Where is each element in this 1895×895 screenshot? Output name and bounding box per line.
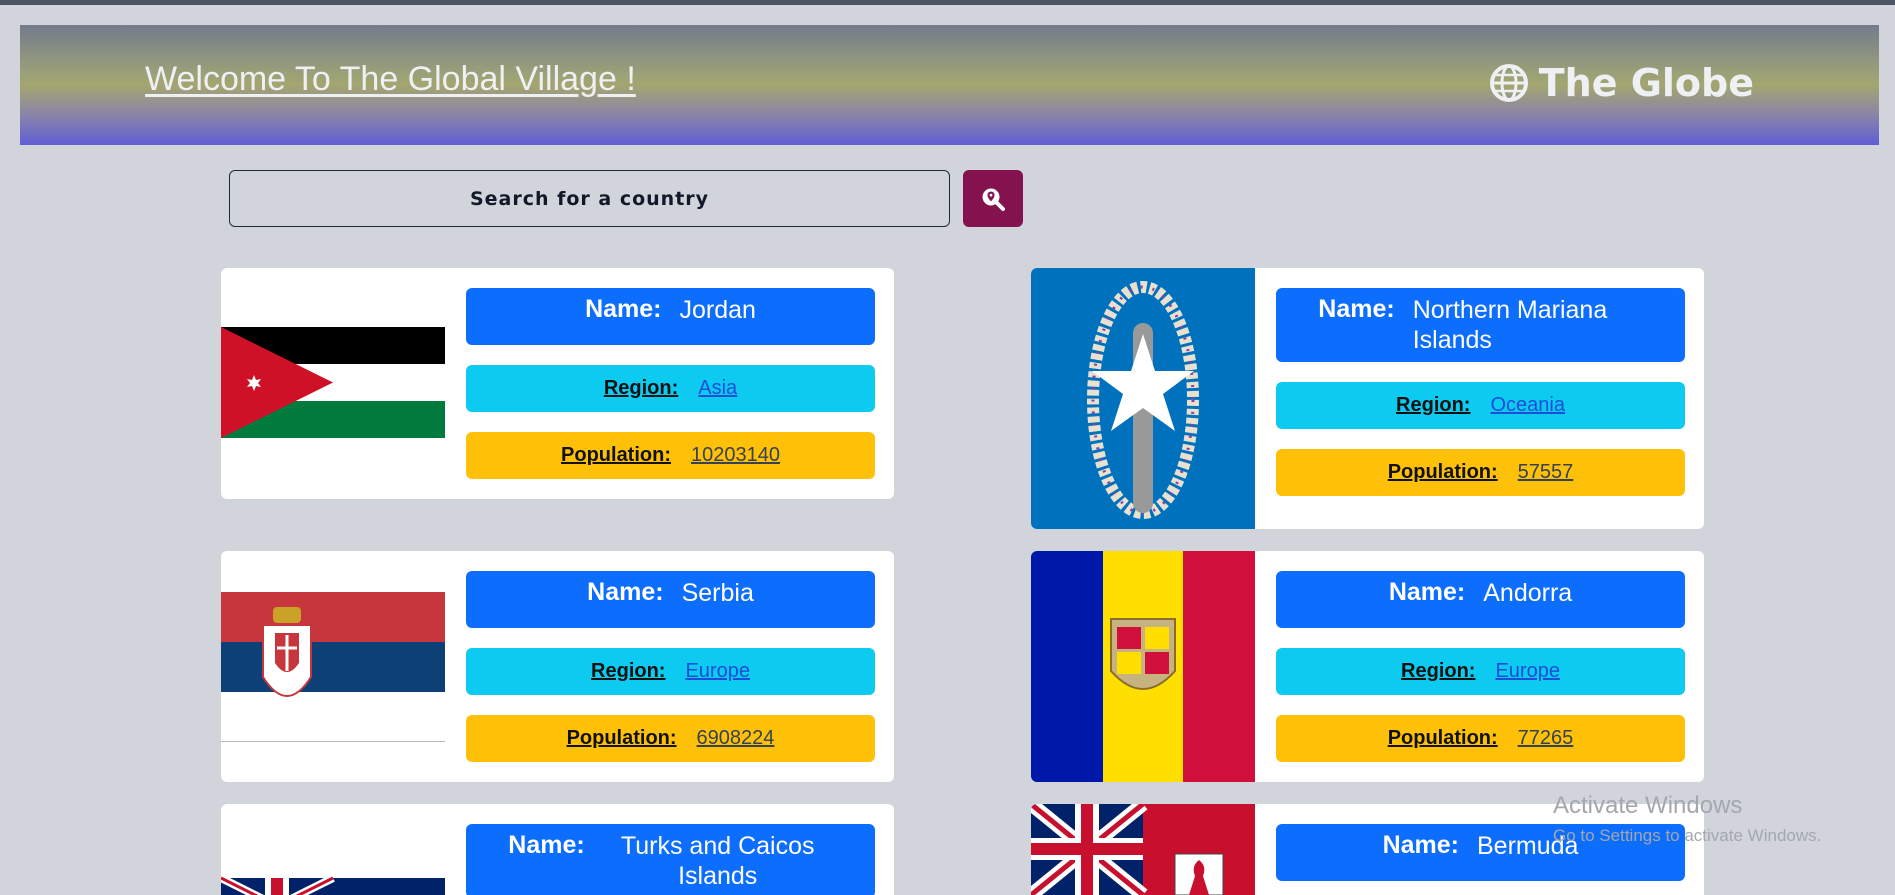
name-label: Name: (585, 295, 662, 323)
country-info: Name: Jordan Region: Asia Population: 10… (466, 288, 875, 479)
search-button[interactable] (963, 170, 1023, 227)
globe-icon (1489, 64, 1528, 102)
search-input[interactable] (229, 170, 950, 227)
country-info: Name: Northern Mariana Islands Region: O… (1276, 288, 1685, 496)
name-label: Name: (587, 578, 664, 606)
name-label: Name: (1382, 831, 1459, 859)
andorra-flag-icon (1031, 551, 1255, 782)
population-link[interactable]: 57557 (1518, 461, 1574, 484)
serbia-flag-icon (221, 551, 445, 782)
region-link[interactable]: Europe (685, 660, 750, 683)
region-link[interactable]: Europe (1495, 660, 1560, 683)
hero-banner: Welcome To The Global Village ! The Glob… (20, 25, 1879, 145)
northern-mariana-islands-flag-icon (1031, 268, 1255, 529)
turks-and-caicos-flag-icon (221, 804, 445, 895)
region-label: Region: (603, 377, 679, 399)
region-pill: Region: Asia (466, 365, 875, 412)
population-label: Population: (1387, 461, 1498, 483)
name-label: Name: (1318, 295, 1395, 323)
region-pill: Region: Europe (466, 648, 875, 695)
population-link[interactable]: 6908224 (697, 727, 775, 750)
population-label: Population: (561, 444, 671, 466)
region-link[interactable]: Oceania (1490, 394, 1565, 417)
country-name: Turks and Caicos Islands (620, 832, 815, 890)
population-link[interactable]: 10203140 (691, 444, 780, 467)
population-label: Population: (1387, 727, 1498, 749)
brand-name: The Globe (1538, 61, 1754, 105)
name-pill: Name: Turks and Caicos Islands (466, 824, 875, 895)
watermark-subtitle: Go to Settings to activate Windows. (1553, 826, 1822, 845)
country-card[interactable]: Name: Jordan Region: Asia Population: 10… (221, 268, 894, 499)
country-info: Name: Serbia Region: Europe Population: … (466, 571, 875, 762)
population-pill: Population: 6908224 (466, 715, 875, 762)
population-pill: Population: 10203140 (466, 432, 875, 479)
bermuda-flag-icon (1031, 804, 1255, 895)
name-label: Name: (1388, 578, 1466, 606)
population-label: Population: (566, 727, 677, 749)
name-pill: Name: Northern Mariana Islands (1276, 288, 1685, 362)
region-link[interactable]: Asia (698, 377, 737, 400)
country-name: Jordan (679, 296, 756, 324)
name-pill: Name: Jordan (466, 288, 875, 345)
activate-windows-watermark: Activate Windows Go to Settings to activ… (1553, 792, 1821, 846)
country-card[interactable]: Name: Turks and Caicos Islands (221, 804, 894, 895)
name-pill: Name: Andorra (1276, 571, 1685, 628)
population-link[interactable]: 77265 (1518, 727, 1574, 750)
population-pill: Population: 57557 (1276, 449, 1685, 496)
population-pill: Population: 77265 (1276, 715, 1685, 762)
region-pill: Region: Europe (1276, 648, 1685, 695)
name-pill: Name: Serbia (466, 571, 875, 628)
jordan-flag-icon (221, 268, 445, 499)
search-bar (229, 170, 1023, 227)
country-name: Northern Mariana Islands (1412, 296, 1608, 354)
country-card[interactable]: Name: Andorra Region: Europe Population:… (1031, 551, 1704, 782)
region-pill: Region: Oceania (1276, 382, 1685, 429)
region-label: Region: (1401, 660, 1476, 682)
brand: The Globe (1489, 61, 1754, 105)
region-label: Region: (1396, 394, 1471, 416)
watermark-title: Activate Windows (1553, 792, 1743, 819)
page-title-link[interactable]: Welcome To The Global Village ! (145, 60, 636, 99)
map-pin-search-icon (982, 188, 1005, 211)
country-card[interactable]: Name: Serbia Region: Europe Population: … (221, 551, 894, 782)
country-card[interactable]: Name: Northern Mariana Islands Region: O… (1031, 268, 1704, 529)
region-label: Region: (591, 660, 666, 682)
country-name: Andorra (1483, 579, 1573, 607)
country-info: Name: Turks and Caicos Islands (466, 824, 875, 895)
window-top-border (0, 0, 1895, 5)
name-label: Name: (508, 831, 585, 859)
country-info: Name: Andorra Region: Europe Population:… (1276, 571, 1685, 762)
country-name: Serbia (681, 579, 754, 607)
